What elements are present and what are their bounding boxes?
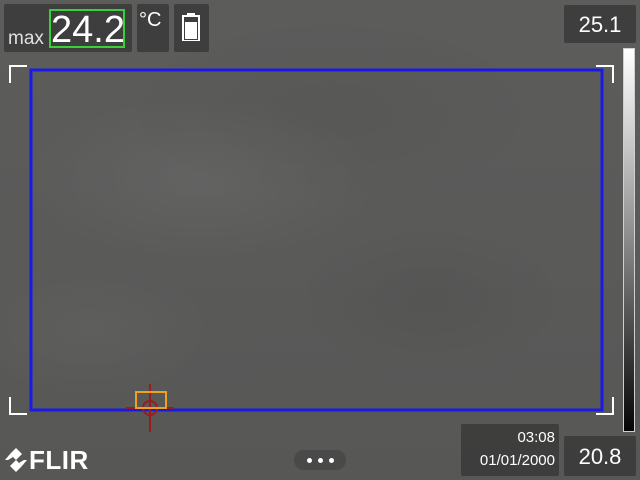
scale-high-value: 25.1 xyxy=(578,12,622,37)
date-time-panel: 03:08 01/01/2000 xyxy=(461,424,559,476)
measurement-box[interactable] xyxy=(29,68,604,412)
scale-low-temperature[interactable]: 20.8 xyxy=(564,436,636,476)
menu-button[interactable] xyxy=(294,450,346,470)
frame-corner-brackets xyxy=(9,65,614,415)
time-label: 03:08 xyxy=(517,429,555,446)
menu-dot xyxy=(306,457,312,463)
scale-low-value: 20.8 xyxy=(578,444,622,469)
scale-high-temperature[interactable]: 25.1 xyxy=(564,5,636,43)
unit-button[interactable]: °C xyxy=(137,4,169,52)
max-temperature-value: 24.2 xyxy=(51,9,125,48)
menu-dot xyxy=(328,457,334,463)
battery-icon xyxy=(182,13,200,41)
measurement-overlay xyxy=(9,65,614,432)
logo-text: FLIR xyxy=(29,444,89,475)
temperature-scale-bar xyxy=(623,48,635,432)
battery-button[interactable] xyxy=(174,4,209,52)
temperature-unit: °C xyxy=(139,9,162,31)
date-label: 01/01/2000 xyxy=(479,452,555,469)
max-value-box: 24.2 xyxy=(49,9,125,48)
flir-logo: FLIR xyxy=(5,443,89,477)
max-label: max xyxy=(8,28,44,49)
flir-logo-icon xyxy=(5,448,27,472)
max-temperature-panel[interactable]: max 24.2 xyxy=(4,4,132,52)
menu-dot xyxy=(317,457,323,463)
